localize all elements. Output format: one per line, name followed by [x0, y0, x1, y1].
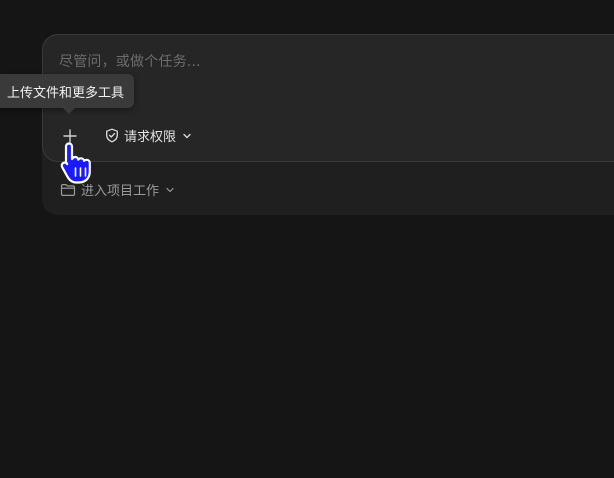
- tooltip-arrow: [63, 108, 75, 114]
- project-work-dropdown[interactable]: 进入项目工作: [60, 180, 176, 199]
- shield-check-icon: [106, 128, 118, 143]
- prompt-input[interactable]: 尽管问，或做个任务...: [59, 51, 201, 71]
- add-button[interactable]: [57, 123, 83, 149]
- tooltip-text: 上传文件和更多工具: [7, 85, 125, 101]
- app-window: 尽管问，或做个任务... 请求权限 进入项目工作 上传文件和更多工具: [0, 0, 614, 478]
- permission-label: 请求权限: [124, 130, 177, 145]
- project-label: 进入项目工作: [81, 184, 160, 199]
- plus-icon: [63, 129, 77, 143]
- permission-dropdown[interactable]: 请求权限: [105, 126, 193, 145]
- folder-icon: [60, 183, 76, 196]
- chevron-down-icon: [183, 133, 191, 138]
- add-button-tooltip: 上传文件和更多工具: [0, 74, 135, 108]
- chevron-down-icon: [166, 187, 174, 192]
